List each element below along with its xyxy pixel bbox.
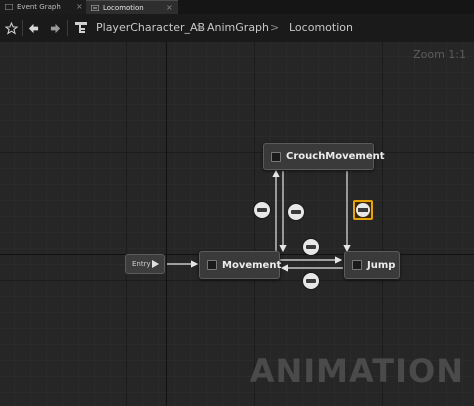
transition-rule-icon[interactable] <box>303 239 319 255</box>
graph-toolbar: PlayerCharacter_AB > AnimGraph > Locomot… <box>0 14 474 42</box>
back-button[interactable] <box>24 14 42 42</box>
transition-rule-icon[interactable] <box>288 204 304 220</box>
tab-label: Event Graph <box>17 3 61 11</box>
arrow-left-icon <box>28 23 38 33</box>
state-icon <box>207 260 217 270</box>
toolbar-divider <box>67 20 68 36</box>
graph-tab-icon <box>5 4 13 10</box>
state-label: Jump <box>367 259 396 271</box>
selected-transition-rule-icon[interactable] <box>353 200 373 220</box>
state-node-jump[interactable]: Jump <box>344 251 400 279</box>
state-label: Movement <box>222 259 282 271</box>
state-icon <box>352 260 362 270</box>
entry-label: Entry <box>132 260 151 268</box>
tab-close-icon[interactable]: × <box>76 0 83 14</box>
star-icon <box>4 21 18 35</box>
tab-label: Locomotion <box>103 4 144 12</box>
state-machine-tab-icon <box>91 5 99 11</box>
document-tab-bar: Event Graph × Locomotion × <box>0 0 474 14</box>
state-label: CrouchMovement <box>286 151 385 162</box>
breadcrumb-item[interactable]: PlayerCharacter_AB <box>96 14 205 42</box>
tab-event-graph[interactable]: Event Graph × <box>0 0 86 14</box>
tab-locomotion[interactable]: Locomotion × <box>86 0 178 14</box>
breadcrumb-separator: > <box>196 21 206 34</box>
transition-rule-icon[interactable] <box>303 273 319 289</box>
entry-node[interactable]: Entry <box>125 254 165 274</box>
state-icon <box>271 151 281 162</box>
arrow-right-icon <box>50 23 60 33</box>
state-node-movement[interactable]: Movement <box>199 251 282 279</box>
breadcrumb-item[interactable]: Locomotion <box>289 14 353 42</box>
state-machine-graph-canvas[interactable]: Zoom 1:1 ANIMATION Entry CrouchMovement … <box>0 42 474 406</box>
favorite-star-button[interactable] <box>2 14 20 42</box>
forward-button[interactable] <box>46 14 64 42</box>
toolbar-divider <box>22 20 23 36</box>
hierarchy-icon <box>75 22 87 33</box>
tab-close-icon[interactable]: × <box>166 1 173 15</box>
transition-wires <box>167 169 351 272</box>
breadcrumb-separator: > <box>270 21 280 34</box>
state-node-crouch-movement[interactable]: CrouchMovement <box>263 143 385 170</box>
entry-output-pin-icon[interactable] <box>152 260 159 268</box>
breadcrumb-item[interactable]: AnimGraph <box>207 14 269 42</box>
transition-rule-icon[interactable] <box>254 202 270 218</box>
graph-hierarchy-button[interactable] <box>72 14 90 42</box>
